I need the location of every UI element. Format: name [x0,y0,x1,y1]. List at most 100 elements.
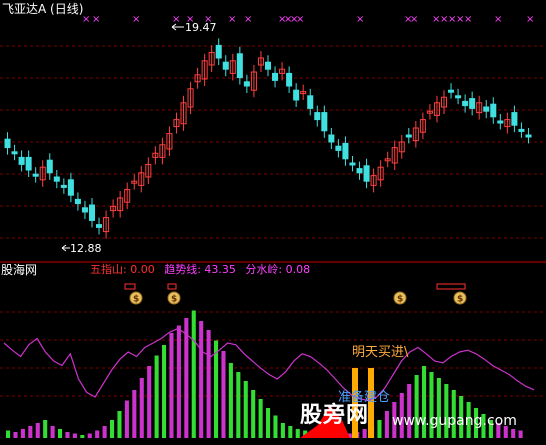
indicator-bar [80,435,85,438]
candle-body [328,134,335,143]
bracket-marker [124,283,136,290]
indicator-bar [58,429,63,438]
buy-tomorrow-signal: 明天买进\ [352,345,409,360]
candle-body [518,128,525,132]
indicator-bar [362,429,367,438]
indicator-value-3: 分水岭: 0.08 [245,263,311,276]
trend-line [3,327,535,402]
signal-cross: × [296,14,304,25]
candle-body [215,44,222,59]
chart-window: × × × × × × × × × × × × × × × × × × × × × × $ $ $ $ 飞亚达A (日线) 19.… [0,0,546,445]
indicator-value-2: 趋势线: 43.35 [164,263,236,276]
indicator-bar [191,310,196,438]
signal-cross: × [464,14,472,25]
candle-body [469,98,476,109]
candle-body [18,156,25,165]
candle-body [81,207,88,213]
indicator-values: 五指山: 0.00 趋势线: 43.35 分水岭: 0.08 [90,263,316,277]
indicator-bar [221,351,226,438]
indicator-bar [266,408,271,438]
window-title: 飞亚达A (日线) [2,2,84,16]
candle-body [236,53,243,79]
candle-body [243,81,250,87]
indicator-bar [377,420,382,438]
candle-body [497,120,504,124]
signal-cross: × [244,14,252,25]
bracket-marker [167,283,177,290]
bracket-marker [436,283,466,290]
indicator-brand: 股海网 [1,263,38,277]
indicator-bar [273,415,278,438]
signal-cross: × [410,14,418,25]
indicator-bar [43,420,48,438]
signal-cross: × [356,14,364,25]
indicator-bar [199,321,204,438]
watermark-brand: 股旁网 [300,403,370,428]
indicator-bar [228,363,233,438]
indicator-bar [28,426,33,438]
candle-body [286,72,293,87]
indicator-bar [206,330,211,438]
candle-body [25,156,32,171]
money-bag-icon-symbol: $ [133,295,139,305]
indicator-bar [95,430,100,438]
candle-body [335,145,342,151]
candle-body [96,224,103,228]
indicator-bar [147,366,152,438]
candle-body [46,159,53,174]
indicator-bar [176,325,181,438]
indicator-bar [6,430,11,438]
indicator-bar [258,399,263,438]
indicator-bar [518,430,523,438]
candle-body [272,72,279,81]
money-bag-icon-symbol: $ [457,295,463,305]
indicator-bar [50,426,55,438]
indicator-bar [110,420,115,438]
indicator-bar [280,423,285,438]
indicator-bar [20,429,25,438]
indicator-bar [124,400,129,438]
candle-body [483,106,490,112]
candle-body [525,134,532,138]
indicator-bar [407,384,412,438]
candle-body [490,103,497,118]
low-marker-arrow [61,244,70,252]
indicator-bar [288,426,293,438]
candle-body [462,100,469,107]
indicator-bar [117,411,122,438]
indicator-bar [87,433,92,438]
candle-body [88,204,96,221]
indicator-bar [236,372,241,438]
watermark-url: www.gupang.com [392,413,517,429]
candle-body [321,112,328,132]
indicator-bar [35,423,40,438]
indicator-bar [154,355,159,438]
signal-cross: × [494,14,502,25]
signal-cross: × [526,14,534,25]
indicator-value-1: 五指山: 0.00 [90,263,155,276]
candle-body [314,112,321,121]
chart-canvas: × × × × × × × × ×××× × ×× × × × × × × ×$$ $ $ [0,14,546,438]
signal-cross: × [92,14,100,25]
candle-body [511,112,518,126]
candle-body [363,165,370,182]
candle-body [293,89,300,101]
money-bag-icon-symbol: $ [171,295,177,305]
indicator-bar [251,390,256,438]
candle-body [455,95,462,99]
indicator-bar [72,433,77,438]
candle-body [264,61,272,70]
indicator-bar [214,340,219,438]
indicator-bar [162,345,167,438]
candle-body [4,138,11,149]
indicator-bar [511,429,516,438]
candle-body [349,162,356,166]
indicator-bar [436,378,441,438]
candle-body [74,198,81,205]
candle-body [32,173,39,177]
indicator-bar [13,432,18,438]
candle-body [307,95,314,109]
money-bag-icon-symbol: $ [397,295,403,305]
indicator-bar [132,390,137,438]
candle-body [60,184,67,188]
